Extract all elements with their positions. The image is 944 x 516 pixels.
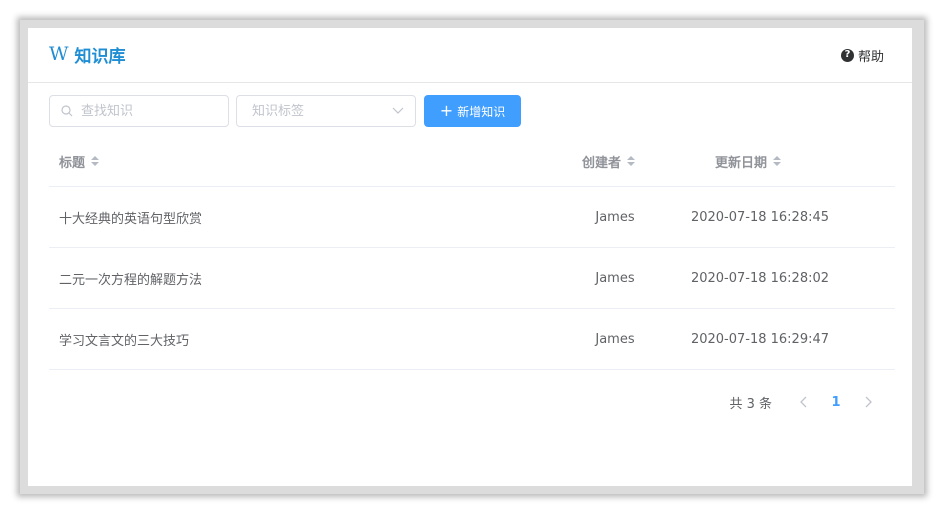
table-row[interactable]: 二元一次方程的解题方法 James 2020-07-18 16:28:02: [49, 248, 895, 309]
window-frame: W 知识库 ? 帮助 +: [20, 20, 924, 494]
knowledge-table: 标题 创建者 更新日期 十大经典的英语句型欣赏 James 2020-07-18…: [49, 136, 895, 370]
pagination: 共 3 条 1: [729, 388, 884, 416]
row-author: James: [595, 270, 635, 286]
column-title-label: 标题: [59, 155, 86, 171]
row-author: James: [595, 209, 635, 225]
row-date: 2020-07-18 16:29:47: [690, 331, 830, 347]
column-header-title[interactable]: 标题: [59, 136, 100, 186]
row-title[interactable]: 二元一次方程的解题方法: [59, 248, 202, 308]
chevron-left-icon: [800, 396, 807, 408]
logo[interactable]: W 知识库: [49, 42, 126, 67]
plus-icon: +: [439, 100, 454, 120]
help-button[interactable]: ? 帮助: [840, 46, 884, 65]
header-bar: W 知识库 ? 帮助: [28, 28, 912, 83]
search-input[interactable]: [81, 96, 221, 126]
tag-select-input[interactable]: [252, 96, 382, 126]
sort-icon[interactable]: [773, 156, 782, 166]
column-header-date[interactable]: 更新日期: [715, 136, 782, 186]
pagination-total: 共 3 条: [729, 396, 772, 412]
row-date: 2020-07-18 16:28:45: [690, 209, 830, 225]
tag-select[interactable]: [236, 95, 416, 127]
row-date: 2020-07-18 16:28:02: [690, 270, 830, 286]
chevron-right-icon: [865, 396, 872, 408]
prev-page-button[interactable]: [788, 388, 820, 416]
table-row[interactable]: 学习文言文的三大技巧 James 2020-07-18 16:29:47: [49, 309, 895, 370]
row-author: James: [595, 331, 635, 347]
table-header: 标题 创建者 更新日期: [49, 136, 895, 187]
column-date-label: 更新日期: [715, 155, 768, 171]
page-title: 知识库: [74, 46, 126, 67]
column-header-author[interactable]: 创建者: [582, 136, 636, 186]
column-author-label: 创建者: [582, 155, 622, 171]
knowledge-base-panel: W 知识库 ? 帮助 +: [28, 28, 912, 486]
add-knowledge-button[interactable]: + 新增知识: [424, 95, 521, 127]
add-knowledge-label: 新增知识: [457, 104, 506, 119]
chevron-down-icon: [392, 107, 404, 114]
row-title[interactable]: 学习文言文的三大技巧: [59, 309, 189, 369]
logo-mark: W: [49, 43, 69, 65]
sort-icon[interactable]: [91, 156, 100, 166]
help-label: 帮助: [857, 49, 884, 65]
page-number-current[interactable]: 1: [820, 388, 852, 416]
row-title[interactable]: 十大经典的英语句型欣赏: [59, 187, 202, 247]
search-icon: [61, 105, 73, 117]
next-page-button[interactable]: [852, 388, 884, 416]
question-circle-icon: ?: [840, 48, 854, 62]
search-box[interactable]: [49, 95, 229, 127]
sort-icon[interactable]: [627, 156, 636, 166]
table-row[interactable]: 十大经典的英语句型欣赏 James 2020-07-18 16:28:45: [49, 187, 895, 248]
